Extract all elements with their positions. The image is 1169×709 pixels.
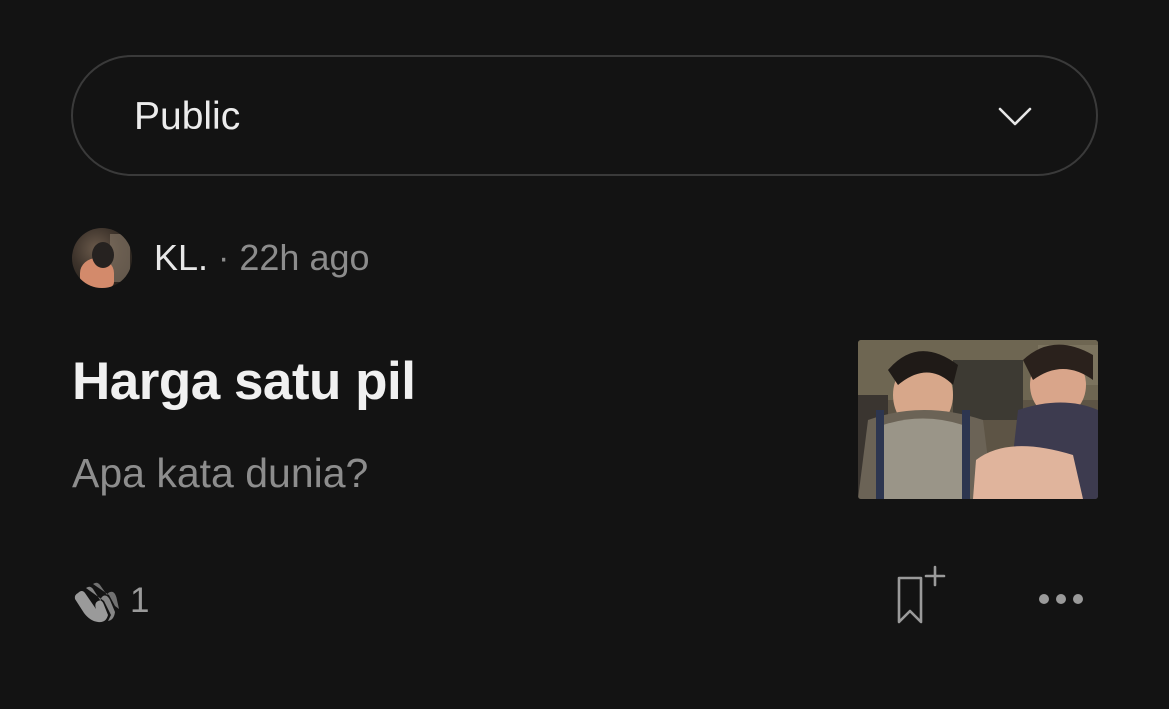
bookmark-add-icon[interactable] xyxy=(895,565,949,627)
clap-icon[interactable] xyxy=(72,579,122,623)
post-subtitle[interactable]: Apa kata dunia? xyxy=(72,447,368,499)
more-options-icon[interactable] xyxy=(1034,583,1090,615)
author-name[interactable]: KL. xyxy=(154,237,208,279)
separator-dot: · xyxy=(218,238,230,277)
avatar[interactable] xyxy=(72,228,132,288)
clap-count: 1 xyxy=(130,581,150,620)
post-thumbnail-image[interactable] xyxy=(858,340,1098,499)
author-row: KL. · 22h ago xyxy=(72,228,370,288)
clap-action[interactable]: 1 xyxy=(72,578,149,624)
chevron-down-icon xyxy=(998,107,1032,126)
post-title[interactable]: Harga satu pil xyxy=(72,350,416,414)
visibility-select[interactable]: Public xyxy=(71,55,1098,176)
visibility-selected-value: Public xyxy=(134,95,241,138)
post-time: 22h ago xyxy=(239,237,370,278)
